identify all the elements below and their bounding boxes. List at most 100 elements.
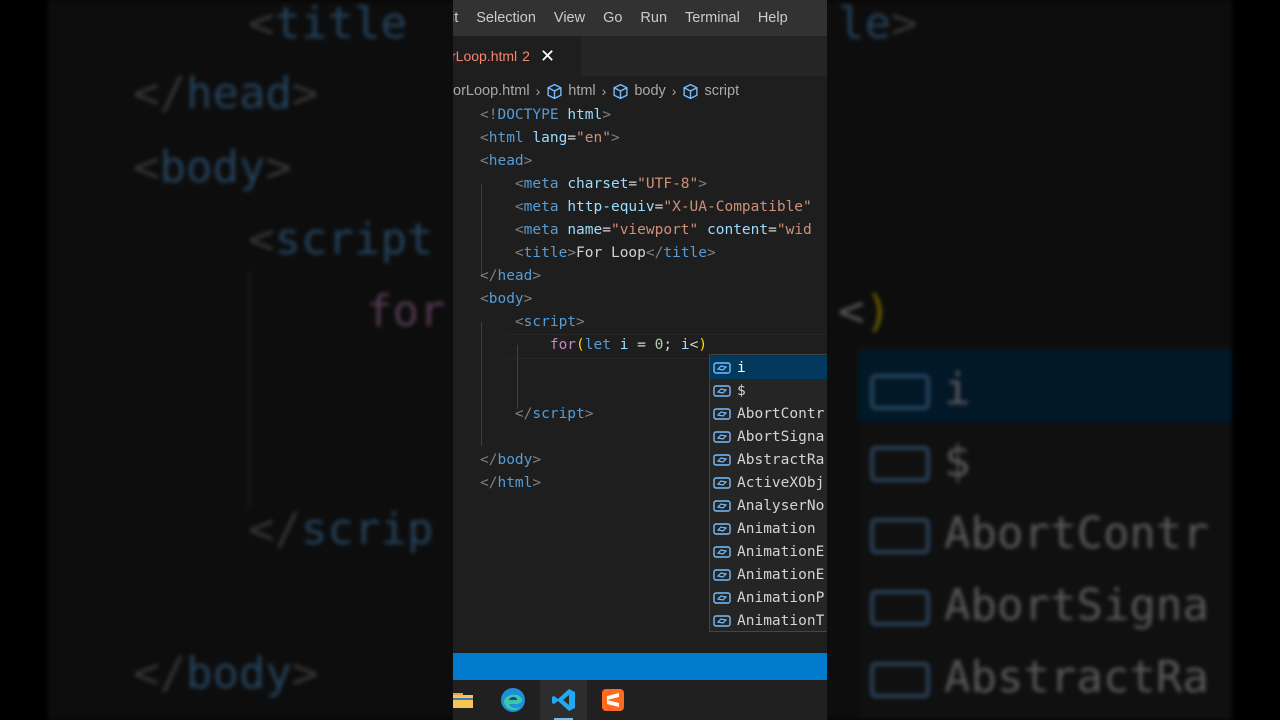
code-line: <body> bbox=[480, 288, 532, 311]
suggestion-label: AnimationE bbox=[737, 566, 825, 583]
suggestion-widget[interactable]: i $ AbortContr AbortSigna AbstractRa ActiveXO… bbox=[709, 354, 827, 632]
breadcrumb-file[interactable]: orLoop.html bbox=[453, 83, 530, 99]
menu-go[interactable]: Go bbox=[594, 0, 631, 36]
vscode-window: it Selection View Go Run Terminal Help r… bbox=[453, 0, 827, 720]
code-token: < bbox=[480, 130, 489, 146]
code-token: title bbox=[523, 245, 568, 261]
suggestion-item[interactable]: AbortContr bbox=[710, 402, 827, 425]
suggestion-item[interactable]: AnimationE bbox=[710, 563, 827, 586]
symbol-cube-icon bbox=[683, 83, 699, 99]
code-token: meta bbox=[523, 222, 559, 238]
bg-code-line: <body> bbox=[133, 142, 292, 193]
menu-terminal[interactable]: Terminal bbox=[676, 0, 749, 36]
menu-view[interactable]: View bbox=[545, 0, 594, 36]
menu-edit[interactable]: it bbox=[453, 0, 467, 36]
code-token: html bbox=[497, 475, 533, 491]
suggestion-item[interactable]: AnimationP bbox=[710, 586, 827, 609]
taskbar-edge[interactable] bbox=[493, 680, 533, 720]
code-line: <script> bbox=[480, 311, 585, 334]
code-token: "X-UA-Compatible" bbox=[663, 199, 812, 215]
chevron-right-icon: › bbox=[601, 83, 607, 99]
close-icon[interactable]: ✕ bbox=[540, 47, 555, 65]
code-token: < bbox=[514, 314, 524, 330]
code-token: 0 bbox=[654, 337, 664, 353]
suggestion-item[interactable]: $ bbox=[710, 379, 827, 402]
code-token: < bbox=[689, 337, 699, 353]
code-token: html bbox=[488, 130, 524, 146]
symbol-cube-icon bbox=[613, 83, 628, 99]
variable-icon bbox=[713, 568, 731, 581]
code-token: "en" bbox=[576, 130, 611, 146]
tab-problem-count: 2 bbox=[522, 48, 530, 64]
chevron-right-icon: › bbox=[535, 83, 541, 99]
code-line: </body> bbox=[480, 449, 541, 472]
editor-tab-forloop[interactable]: rLoop.html 2 ✕ bbox=[453, 36, 581, 76]
code-token: "wid bbox=[776, 222, 812, 238]
code-token: = bbox=[628, 176, 638, 192]
code-token: head bbox=[488, 153, 524, 169]
breadcrumb-html[interactable]: html bbox=[546, 83, 596, 100]
suggestion-label: AnimationE bbox=[737, 543, 825, 560]
code-token: let bbox=[584, 337, 611, 353]
menu-help[interactable]: Help bbox=[749, 0, 797, 36]
code-token: lang bbox=[532, 130, 568, 146]
suggestion-item[interactable]: AbortSigna bbox=[710, 425, 827, 448]
code-token: "viewport" bbox=[610, 222, 699, 238]
code-token: ; bbox=[663, 337, 681, 353]
bg-indent-guide bbox=[248, 270, 250, 510]
code-token: = bbox=[628, 337, 655, 353]
code-token: body bbox=[497, 452, 533, 468]
suggestion-item[interactable]: AnimationE bbox=[710, 540, 827, 563]
code-token: > bbox=[532, 268, 542, 284]
code-token: > bbox=[576, 314, 585, 330]
code-token: > bbox=[698, 176, 707, 192]
variable-icon bbox=[713, 476, 731, 489]
code-token: < bbox=[514, 222, 524, 238]
taskbar-sublime[interactable] bbox=[593, 680, 633, 720]
suggestion-label: AnimationT bbox=[737, 612, 825, 629]
suggestion-label: AnalyserNo bbox=[737, 497, 825, 514]
variable-icon bbox=[713, 453, 731, 466]
code-token: </ bbox=[645, 245, 664, 261]
suggestion-label: AbortSigna bbox=[737, 428, 825, 445]
code-token: meta bbox=[523, 176, 559, 192]
variable-icon bbox=[713, 591, 731, 604]
code-token: "UTF-8" bbox=[637, 176, 699, 192]
suggestion-item[interactable]: ActiveXObj bbox=[710, 471, 827, 494]
menu-selection[interactable]: Selection bbox=[467, 0, 545, 36]
tab-bar: rLoop.html 2 ✕ bbox=[453, 36, 827, 76]
taskbar-file-explorer[interactable] bbox=[453, 680, 473, 720]
code-line: </script> bbox=[480, 403, 594, 426]
code-token: </ bbox=[514, 406, 533, 422]
breadcrumb: orLoop.html › html › body › script bbox=[453, 78, 827, 104]
bg-code-line: </body> bbox=[133, 648, 319, 699]
bg-code-line: for bbox=[366, 286, 446, 337]
menu-run[interactable]: Run bbox=[631, 0, 676, 36]
suggestion-item[interactable]: AbstractRa bbox=[710, 448, 827, 471]
suggestion-item[interactable]: AnalyserNo bbox=[710, 494, 827, 517]
code-line: </html> bbox=[480, 472, 541, 495]
code-token: </ bbox=[480, 452, 498, 468]
code-line: <meta http-equiv="X-UA-Compatible" bbox=[480, 196, 812, 219]
code-token: script bbox=[523, 314, 577, 330]
suggestion-item[interactable]: Animation bbox=[710, 517, 827, 540]
code-token: meta bbox=[523, 199, 559, 215]
suggestion-label: AbortContr bbox=[737, 405, 825, 422]
suggestion-item[interactable]: i bbox=[710, 356, 827, 379]
breadcrumb-script[interactable]: script bbox=[682, 83, 739, 100]
breadcrumb-body[interactable]: body bbox=[612, 83, 666, 100]
bg-suggest-item: AbstractRa bbox=[870, 652, 1209, 703]
taskbar-vscode[interactable] bbox=[540, 680, 587, 720]
suggestion-item[interactable]: AnimationT bbox=[710, 609, 827, 631]
code-token: for bbox=[549, 337, 577, 353]
code-token: http-equiv bbox=[567, 199, 655, 215]
code-line: <title>For Loop</title> bbox=[480, 242, 716, 265]
code-token: > bbox=[707, 245, 716, 261]
